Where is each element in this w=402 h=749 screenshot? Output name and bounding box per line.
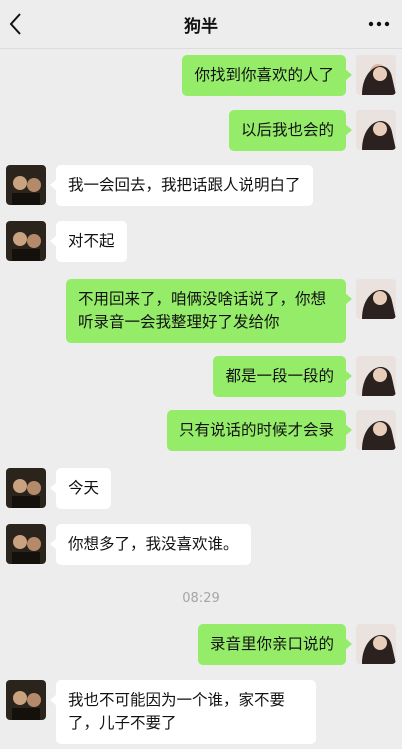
more-options-icon[interactable] bbox=[366, 14, 392, 34]
self-avatar[interactable] bbox=[356, 410, 396, 450]
message-bubble-contact[interactable]: 我一会回去，我把话跟人说明白了 bbox=[50, 165, 313, 206]
self-avatar[interactable] bbox=[356, 356, 396, 396]
self-avatar[interactable] bbox=[356, 624, 396, 664]
contact-avatar[interactable] bbox=[6, 524, 46, 564]
contact-avatar[interactable] bbox=[6, 468, 46, 508]
message-bubble-self[interactable]: 都是一段一段的 bbox=[213, 356, 352, 397]
chat-area: 你找到你喜欢的人了 以后我也会的 我一会回去，我把话跟人说明白了 对不起 不用回… bbox=[0, 48, 402, 749]
message-bubble-contact[interactable]: 我也不可能因为一个谁，家不要了，儿子不要了 bbox=[50, 680, 316, 744]
message-bubble-contact[interactable]: 对不起 bbox=[50, 221, 127, 262]
contact-avatar[interactable] bbox=[6, 221, 46, 261]
message-bubble-contact[interactable]: 今天 bbox=[49, 468, 112, 509]
message-bubble-self[interactable]: 以后我也会的 bbox=[228, 110, 353, 151]
message-bubble-self[interactable]: 只有说话的时候才会录 bbox=[166, 410, 353, 451]
contact-avatar[interactable] bbox=[6, 680, 46, 720]
chat-title: 狗半 bbox=[184, 17, 218, 37]
self-avatar[interactable] bbox=[356, 55, 396, 95]
message-bubble-self[interactable]: 录音里你亲口说的 bbox=[197, 624, 353, 665]
message-timestamp: 08:29 bbox=[182, 591, 220, 606]
self-avatar[interactable] bbox=[356, 110, 396, 150]
chat-header: 狗半 bbox=[0, 0, 402, 49]
contact-avatar[interactable] bbox=[6, 165, 46, 205]
message-bubble-self[interactable]: 不用回来了，咱俩没啥话说了，你想听录音一会我整理好了发给你 bbox=[66, 279, 352, 343]
message-bubble-self[interactable]: 你找到你喜欢的人了 bbox=[182, 55, 352, 96]
message-bubble-contact[interactable]: 你想多了，我没喜欢谁。 bbox=[50, 524, 251, 565]
self-avatar[interactable] bbox=[356, 279, 396, 319]
